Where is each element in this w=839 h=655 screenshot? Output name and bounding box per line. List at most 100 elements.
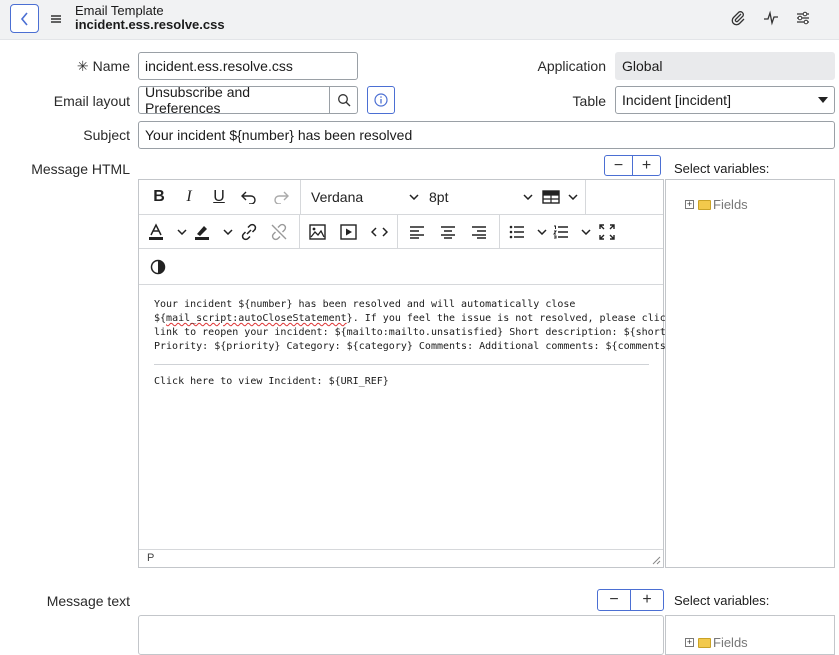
subject-input[interactable]: Your incident ${number} has been resolve… [138, 121, 835, 149]
fields-tree-node[interactable]: + Fields [685, 197, 748, 212]
bold-button[interactable]: B [149, 186, 169, 208]
insert-media-button[interactable] [338, 221, 358, 243]
text-color-button[interactable] [147, 221, 187, 243]
fullscreen-button[interactable] [597, 221, 617, 243]
select-variables-panel: + Fields [665, 179, 835, 568]
bullet-list-icon [509, 225, 524, 239]
message-text-label: Message text [46, 593, 130, 609]
font-size-value: 8pt [429, 189, 449, 205]
select-variables-label: Select variables: [674, 161, 770, 176]
email-layout-input[interactable]: Unsubscribe and Preferences [138, 84, 330, 116]
toolbar-row-3 [139, 249, 663, 285]
hamburger-menu-icon[interactable] [50, 12, 62, 24]
chevron-down-icon [409, 194, 419, 200]
name-input[interactable]: incident.ess.resolve.css [138, 52, 358, 80]
content-line-1: Your incident ${number} has been resolve… [154, 299, 576, 310]
font-size-select[interactable]: 8pt [429, 186, 533, 208]
sliders-icon[interactable] [793, 8, 813, 28]
toolbar-row-2 [139, 215, 663, 249]
expand-button[interactable]: + [632, 156, 660, 175]
contrast-button[interactable] [147, 256, 169, 278]
link-icon [241, 223, 257, 241]
font-family-select[interactable]: Verdana [311, 186, 419, 208]
unlink-button[interactable] [269, 221, 289, 243]
subject-label: Subject [83, 127, 130, 143]
code-icon [370, 227, 388, 237]
content-footer-line: Click here to view Incident: ${URI_REF} [154, 376, 389, 387]
toolbar-row-1: B I U Verdana 8pt [139, 180, 663, 215]
unlink-icon [271, 223, 287, 241]
application-field: Global [615, 52, 835, 80]
editor-content[interactable]: Your incident ${number} has been resolve… [154, 298, 757, 389]
align-left-icon [410, 226, 424, 239]
folder-icon [698, 199, 711, 210]
image-icon [308, 224, 326, 240]
html-editor: B I U Verdana 8pt Your incident ${number… [138, 179, 757, 568]
numbered-list-button[interactable] [553, 221, 591, 243]
chevron-down-icon [568, 194, 578, 200]
content-line-4: Priority: ${priority} Category: ${catego… [154, 341, 672, 352]
text-color-icon [149, 223, 163, 240]
fullscreen-icon [599, 224, 615, 240]
search-icon [337, 94, 350, 107]
underline-button[interactable]: U [209, 186, 229, 208]
shrink-button[interactable]: − [598, 590, 630, 610]
highlight-color-button[interactable] [193, 221, 233, 243]
chevron-down-icon [223, 229, 233, 235]
highlighter-icon [195, 226, 209, 240]
paperclip-icon[interactable] [728, 8, 748, 28]
align-right-button[interactable] [469, 221, 489, 243]
align-center-icon [441, 226, 455, 239]
expand-button[interactable]: + [630, 590, 663, 610]
contrast-icon [150, 259, 166, 275]
media-icon [339, 224, 357, 240]
name-label: ✳ Name [76, 58, 130, 74]
resize-handle-icon[interactable] [651, 555, 661, 565]
email-layout-lookup-button[interactable] [329, 86, 358, 114]
back-button[interactable] [10, 4, 39, 33]
content-line-2: ${mail_script:autoCloseStatement}. If yo… [154, 313, 757, 324]
bullet-list-button[interactable] [509, 221, 547, 243]
page-title: Email Template incident.ess.resolve.css [75, 4, 225, 32]
undo-button[interactable] [239, 186, 259, 208]
italic-button[interactable]: I [179, 186, 199, 208]
source-code-button[interactable] [369, 221, 389, 243]
chevron-down-icon [177, 229, 187, 235]
table-selected-value: Incident [incident] [622, 92, 731, 108]
align-left-button[interactable] [407, 221, 427, 243]
chevron-down-icon [523, 194, 533, 200]
align-center-button[interactable] [438, 221, 458, 243]
message-html-label: Message HTML [31, 161, 130, 177]
activity-icon[interactable] [761, 8, 781, 28]
editor-statusbar: P [139, 549, 663, 567]
align-right-icon [472, 226, 486, 239]
application-label: Application [537, 58, 607, 74]
select-variables-label-2: Select variables: [674, 593, 770, 608]
shrink-button[interactable]: − [605, 156, 632, 175]
expand-icon[interactable]: + [685, 638, 694, 647]
select-variables-panel-2: + Fields [665, 615, 835, 655]
fields-tree-node[interactable]: + Fields [685, 635, 748, 650]
email-layout-info-button[interactable] [367, 86, 395, 114]
numbered-list-icon [553, 225, 568, 239]
link-button[interactable] [239, 221, 259, 243]
record-name: incident.ess.resolve.css [75, 17, 225, 32]
message-text-area[interactable] [138, 615, 664, 655]
expand-icon[interactable]: + [685, 200, 694, 209]
chevron-down-icon [537, 229, 547, 235]
email-layout-label: Email layout [53, 93, 130, 109]
table-select[interactable]: Incident [incident] [615, 86, 835, 114]
table-icon [542, 190, 560, 204]
horizontal-rule [154, 364, 649, 365]
table-insert-button[interactable] [542, 186, 578, 208]
folder-icon [698, 637, 711, 648]
misspelled-word: mail_script:autoCloseStatement [166, 313, 347, 324]
chevron-left-icon [20, 11, 28, 26]
editor-resize-control: − + [604, 155, 661, 176]
required-marker: ✳ [76, 58, 89, 74]
undo-icon [241, 191, 256, 204]
table-label: Table [572, 93, 606, 109]
redo-button[interactable] [271, 186, 291, 208]
insert-image-button[interactable] [307, 221, 327, 243]
redo-icon [274, 191, 289, 204]
